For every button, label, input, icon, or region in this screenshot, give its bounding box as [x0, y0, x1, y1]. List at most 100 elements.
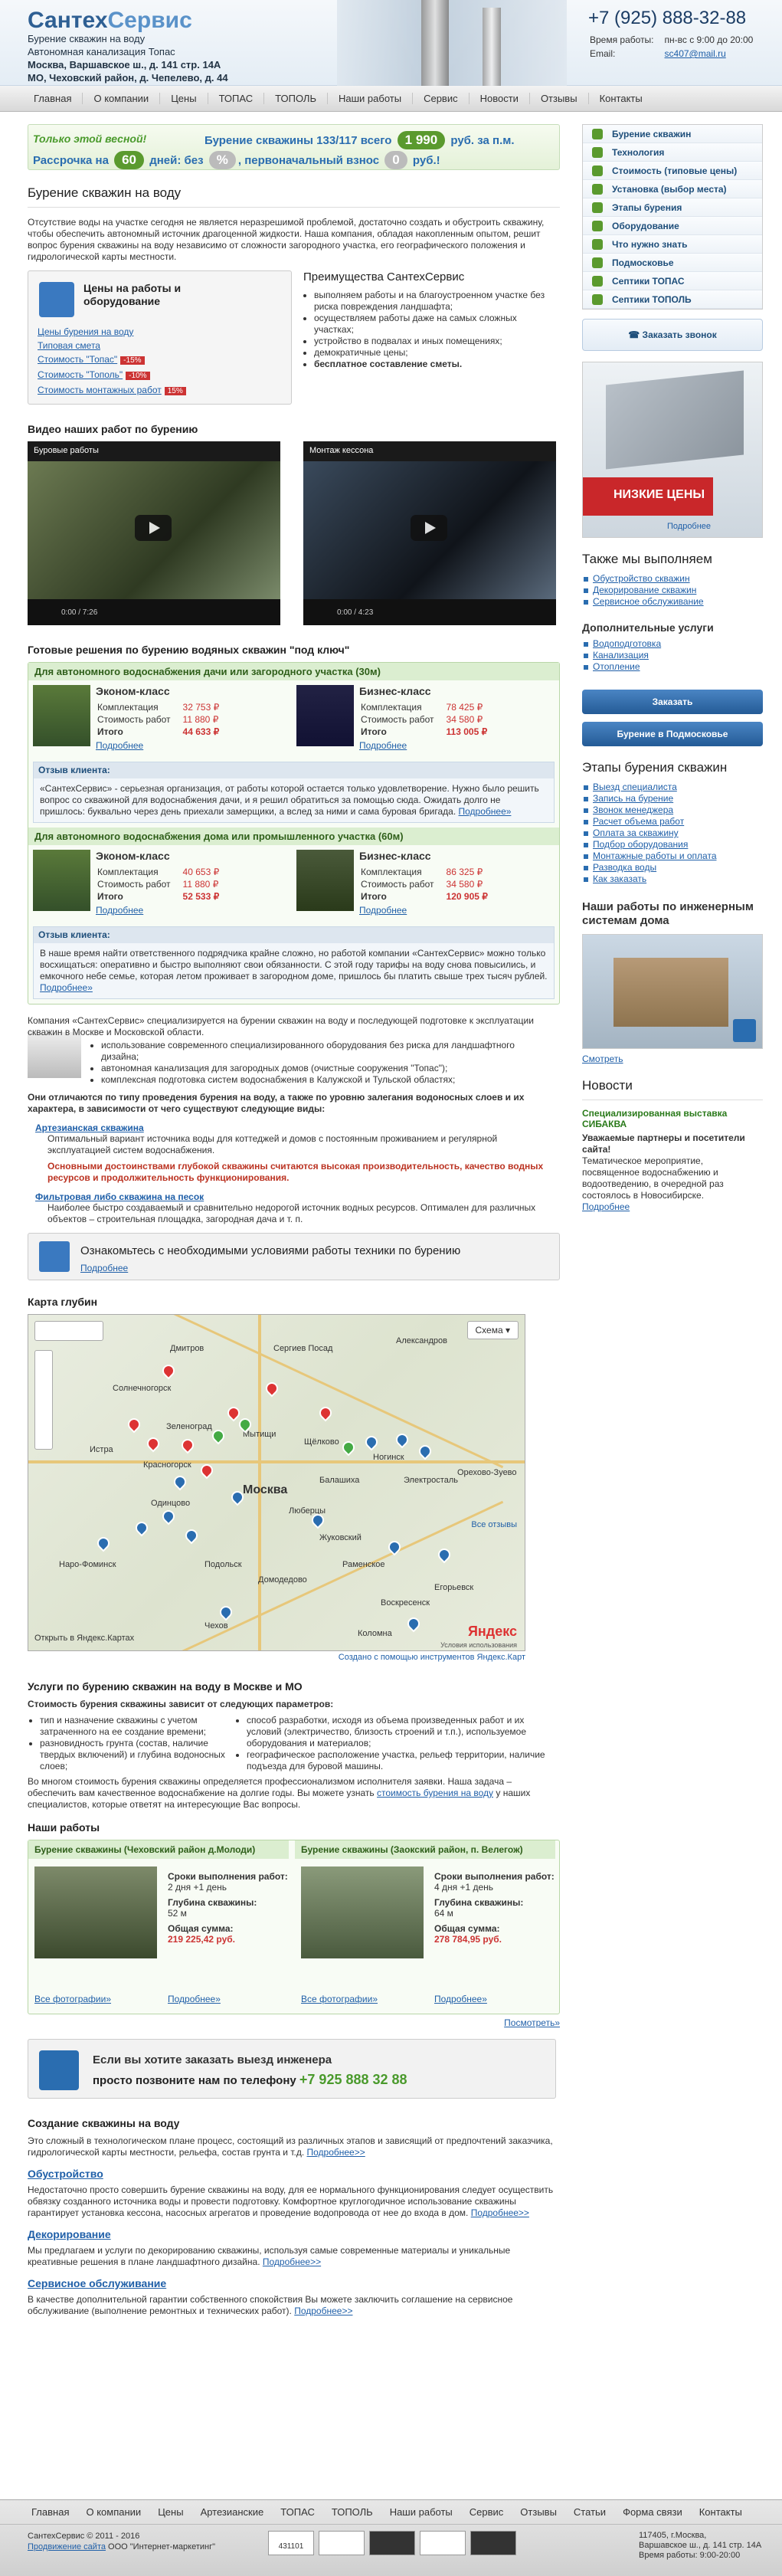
map-tools[interactable] — [34, 1321, 103, 1341]
nav-item[interactable]: О компании — [83, 93, 161, 104]
map-layer-select[interactable]: Схема ▾ — [466, 1321, 519, 1339]
service-title[interactable]: Сервисное обслуживание — [28, 2277, 560, 2289]
map-pin[interactable] — [416, 1442, 434, 1460]
map-pin[interactable] — [159, 1507, 178, 1526]
email-link[interactable]: sc407@mail.ru — [665, 48, 726, 59]
more-link[interactable]: Подробнее — [96, 740, 143, 751]
work-photo[interactable] — [301, 1866, 424, 1958]
promo-link[interactable]: Продвижение сайта — [28, 2542, 106, 2551]
map-pin[interactable] — [217, 1603, 235, 1621]
stage-link[interactable]: Как заказать — [593, 873, 646, 884]
create-more-link[interactable]: Подробнее>> — [307, 2147, 365, 2158]
sidebar-item[interactable]: Технология — [583, 143, 762, 162]
footer-link[interactable]: ТОПАС — [272, 2506, 323, 2518]
map-pin[interactable] — [171, 1473, 189, 1491]
depth-map[interactable]: Дмитров Сергиев Посад Александров Солнеч… — [28, 1314, 525, 1651]
footer-link[interactable]: Наши работы — [381, 2506, 461, 2518]
moscow-region-button[interactable]: Бурение в Подмосковье — [582, 722, 763, 746]
stage-link[interactable]: Расчет объема работ — [593, 816, 684, 827]
map-pin[interactable] — [339, 1438, 358, 1457]
map-pin[interactable] — [435, 1545, 453, 1564]
footer-link[interactable]: Цены — [149, 2506, 191, 2518]
sidebar-item[interactable]: Септики ТОПАС — [583, 272, 762, 290]
extra-link[interactable]: Канализация — [593, 650, 649, 660]
order-button[interactable]: Заказать — [582, 690, 763, 714]
stage-link[interactable]: Звонок менеджера — [593, 805, 673, 815]
conditions-note[interactable]: Ознакомьтесь с необходимыми условиями ра… — [28, 1233, 560, 1280]
stage-link[interactable]: Выезд специалиста — [593, 782, 677, 792]
map-terms-link[interactable]: Условия использования — [440, 1641, 517, 1649]
promo-banner[interactable]: Только этой весной! Рассрочка на 60 дней… — [28, 124, 560, 170]
footer-link[interactable]: ТОПОЛЬ — [323, 2506, 381, 2518]
sidebar-item[interactable]: Этапы бурения — [583, 198, 762, 217]
price-link[interactable]: Стоимость "Тополь" — [38, 369, 123, 380]
more-link[interactable]: Подробнее — [359, 905, 407, 916]
map-caption[interactable]: Создано с помощью инструментов Яндекс.Ка… — [28, 1653, 525, 1662]
arrangement-title[interactable]: Обустройство — [28, 2168, 560, 2180]
look-link[interactable]: Смотреть — [582, 1054, 623, 1064]
map-pin[interactable] — [224, 1404, 243, 1422]
nav-item[interactable]: ТОПОЛЬ — [264, 93, 328, 104]
site-logo[interactable]: СантехСервис — [28, 8, 192, 34]
stage-link[interactable]: Подбор оборудования — [593, 839, 688, 850]
footer-link[interactable]: Артезианские — [192, 2506, 273, 2518]
review-more-link[interactable]: Подробнее» — [459, 806, 512, 817]
more-link[interactable]: Подробнее — [96, 905, 143, 916]
map-zoom-control[interactable] — [34, 1350, 53, 1450]
decoration-title[interactable]: Декорирование — [28, 2228, 560, 2240]
sidebar-item[interactable]: Что нужно знать — [583, 235, 762, 254]
footer-link[interactable]: Форма связи — [614, 2506, 691, 2518]
price-link[interactable]: Цены бурения на воду — [38, 326, 133, 337]
work-photo[interactable] — [34, 1866, 157, 1958]
service-more-link[interactable]: Подробнее>> — [294, 2306, 352, 2316]
price-link[interactable]: Стоимость "Топас" — [38, 354, 117, 365]
news-headline[interactable]: Специализированная выставка СИБАКВА — [582, 1108, 763, 1129]
map-pin[interactable] — [316, 1404, 335, 1422]
photos-link[interactable]: Все фотографии» — [301, 1994, 378, 2004]
also-link[interactable]: Обустройство скважин — [593, 573, 690, 584]
map-pin[interactable] — [182, 1526, 201, 1545]
nav-item[interactable]: Сервис — [413, 93, 470, 104]
map-pin[interactable] — [94, 1534, 113, 1552]
artesian-link[interactable]: Артезианская скважина — [35, 1122, 144, 1133]
price-link[interactable]: Стоимость монтажных работ — [38, 385, 162, 395]
all-reviews-link[interactable]: Все отзывы — [471, 1520, 517, 1529]
map-pin[interactable] — [209, 1427, 227, 1445]
sidebar-item[interactable]: Установка (выбор места) — [583, 180, 762, 198]
nav-item[interactable]: Контакты — [589, 93, 653, 104]
header-phone[interactable]: +7 (925) 888-32-88 — [588, 8, 746, 29]
footer-link[interactable]: О компании — [77, 2506, 149, 2518]
decoration-more-link[interactable]: Подробнее>> — [263, 2256, 321, 2267]
price-link[interactable]: Типовая смета — [38, 340, 100, 351]
news-more-link[interactable]: Подробнее — [582, 1201, 630, 1212]
request-call-button[interactable]: ☎ Заказать звонок — [582, 319, 763, 351]
extra-link[interactable]: Водоподготовка — [593, 638, 661, 649]
open-in-yandex[interactable]: Открыть в Яндекс.Картах — [34, 1634, 134, 1643]
extra-link[interactable]: Отопление — [593, 661, 640, 672]
video-player[interactable]: Буровые работы 0:00 / 7:26 — [28, 441, 280, 625]
stage-link[interactable]: Оплата за скважину — [593, 828, 679, 838]
map-pin[interactable] — [159, 1362, 178, 1380]
footer-link[interactable]: Главная — [23, 2506, 77, 2518]
footer-link[interactable]: Статьи — [565, 2506, 614, 2518]
nav-item[interactable]: Новости — [470, 93, 530, 104]
sidebar-item[interactable]: Подмосковье — [583, 254, 762, 272]
map-pin[interactable] — [393, 1431, 411, 1449]
stage-link[interactable]: Запись на бурение — [593, 793, 673, 804]
footer-link[interactable]: Сервис — [461, 2506, 512, 2518]
call-engineer-box[interactable]: Если вы хотите заказать выезд инженера п… — [28, 2039, 556, 2099]
map-pin[interactable] — [362, 1433, 381, 1451]
nav-item[interactable]: Отзывы — [530, 93, 589, 104]
review-more-link[interactable]: Подробнее» — [40, 982, 93, 993]
map-pin[interactable] — [178, 1436, 197, 1454]
engineering-image[interactable] — [582, 934, 763, 1049]
map-pin[interactable] — [125, 1415, 143, 1434]
footer-link[interactable]: Отзывы — [512, 2506, 565, 2518]
drilling-cost-link[interactable]: стоимость бурения на воду — [377, 1788, 493, 1798]
map-pin[interactable] — [404, 1614, 423, 1633]
nav-item[interactable]: ТОПАС — [208, 93, 265, 104]
photos-link[interactable]: Все фотографии» — [34, 1994, 111, 2004]
conditions-more-link[interactable]: Подробнее — [80, 1263, 128, 1273]
filter-well-link[interactable]: Фильтровая либо скважина на песок — [35, 1191, 204, 1202]
sidebar-item[interactable]: Оборудование — [583, 217, 762, 235]
